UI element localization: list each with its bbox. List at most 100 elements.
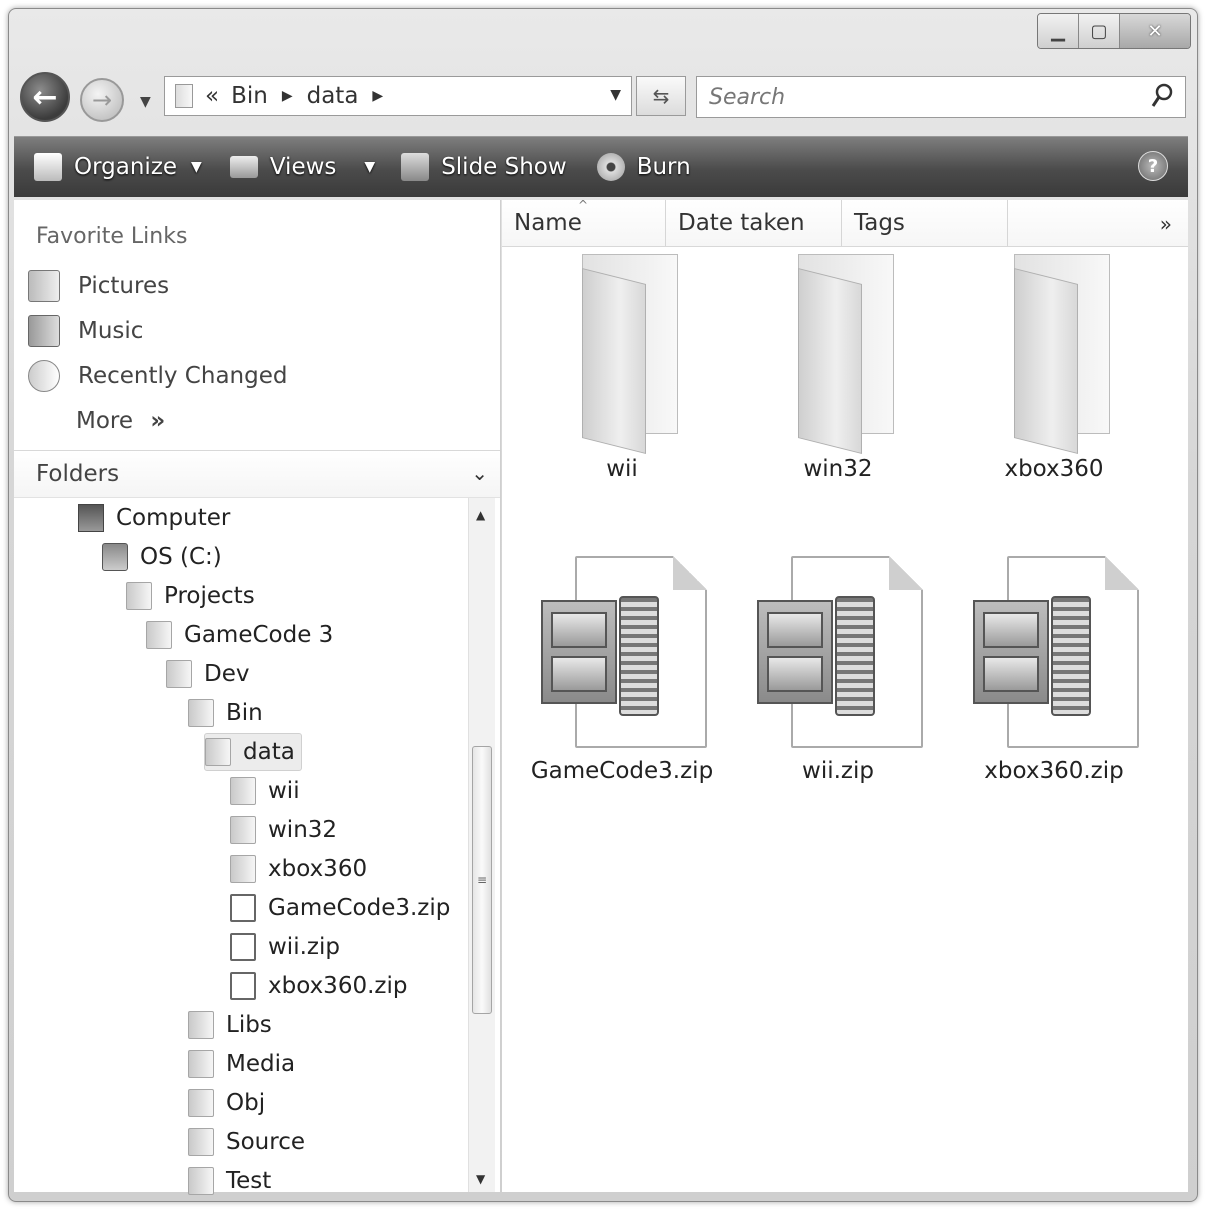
tree-item-bin[interactable]: Bin bbox=[188, 695, 263, 731]
scrollbar-thumb[interactable]: ≡ bbox=[472, 746, 492, 1014]
folder-tree: Computer OS (C:) Projects GameCode 3 Dev… bbox=[14, 498, 454, 1195]
tree-item-projects[interactable]: Projects bbox=[126, 578, 255, 614]
folder-icon bbox=[126, 582, 152, 610]
forward-arrow-icon: → bbox=[91, 86, 113, 114]
tree-item-dev[interactable]: Dev bbox=[166, 656, 249, 692]
forward-button[interactable]: → bbox=[80, 78, 124, 122]
favorite-link-pictures[interactable]: Pictures bbox=[28, 270, 169, 302]
tree-item-wii[interactable]: wii bbox=[230, 773, 300, 809]
history-dropdown-icon[interactable]: ▼ bbox=[140, 94, 151, 110]
folder-icon bbox=[984, 254, 1124, 454]
tree-item-wii-zip[interactable]: wii.zip bbox=[230, 929, 340, 965]
address-overflow[interactable]: « bbox=[205, 83, 219, 109]
zip-archive-icon bbox=[537, 556, 707, 752]
tree-item-label: GameCode 3 bbox=[184, 622, 334, 648]
tree-item-label: Dev bbox=[204, 661, 250, 687]
close-icon: ✕ bbox=[1147, 20, 1163, 42]
zip-archive-icon bbox=[969, 556, 1139, 752]
search-input[interactable] bbox=[707, 83, 1131, 111]
file-item-gamecode3-zip[interactable]: GameCode3.zip bbox=[516, 556, 728, 784]
minimize-icon: ▁ bbox=[1051, 20, 1065, 42]
tree-item-label: data bbox=[243, 739, 295, 765]
organize-button[interactable]: Organize ▼ bbox=[34, 153, 202, 181]
chevron-down-icon[interactable]: ⌄ bbox=[471, 461, 488, 485]
favorite-link-recently-changed[interactable]: Recently Changed bbox=[28, 360, 287, 392]
scroll-up-icon[interactable]: ▲ bbox=[476, 508, 485, 522]
tree-item-media[interactable]: Media bbox=[188, 1046, 295, 1082]
zip-icon bbox=[230, 933, 256, 961]
breadcrumb-separator-icon[interactable]: ▶ bbox=[372, 88, 383, 104]
folder-icon bbox=[230, 777, 256, 805]
favorite-label: Music bbox=[78, 318, 144, 344]
tree-item-source[interactable]: Source bbox=[188, 1124, 305, 1160]
folder-icon bbox=[146, 621, 172, 649]
slideshow-button[interactable]: Slide Show bbox=[401, 153, 567, 181]
more-columns-icon[interactable]: » bbox=[1160, 212, 1172, 236]
help-icon[interactable]: ? bbox=[1138, 151, 1168, 181]
column-tags[interactable]: Tags bbox=[842, 200, 1008, 246]
back-arrow-icon: ← bbox=[32, 79, 58, 115]
folder-icon bbox=[552, 254, 692, 454]
folder-icon bbox=[188, 1050, 214, 1078]
scroll-down-icon[interactable]: ▼ bbox=[476, 1172, 485, 1186]
folder-tree-scrollbar[interactable]: ▲ ≡ ▼ bbox=[468, 498, 495, 1192]
tree-item-win32[interactable]: win32 bbox=[230, 812, 337, 848]
tree-item-os-c[interactable]: OS (C:) bbox=[102, 539, 222, 575]
organize-label: Organize bbox=[74, 154, 178, 180]
breadcrumb-bin[interactable]: Bin bbox=[231, 83, 268, 109]
folder-icon bbox=[188, 699, 214, 727]
burn-button[interactable]: Burn bbox=[596, 153, 691, 181]
tree-item-label: Source bbox=[226, 1129, 305, 1155]
folder-icon bbox=[230, 855, 256, 883]
address-bar[interactable]: « Bin ▶ data ▶ ▼ bbox=[164, 76, 632, 116]
tree-item-gamecode3[interactable]: GameCode 3 bbox=[146, 617, 333, 653]
maximize-button[interactable]: ▢ bbox=[1079, 14, 1120, 48]
tree-item-computer[interactable]: Computer bbox=[78, 500, 230, 536]
tree-item-gamecode3-zip[interactable]: GameCode3.zip bbox=[230, 890, 450, 926]
column-name[interactable]: ^ Name bbox=[502, 198, 666, 246]
more-links-button[interactable]: More » bbox=[76, 408, 165, 434]
address-folder-icon bbox=[175, 84, 193, 108]
breadcrumb-separator-icon[interactable]: ▶ bbox=[282, 88, 293, 104]
search-icon[interactable] bbox=[1151, 83, 1173, 109]
file-item-win32[interactable]: win32 bbox=[740, 254, 936, 482]
tree-item-xbox360[interactable]: xbox360 bbox=[230, 851, 367, 887]
navigation-pane: Favorite Links Pictures Music Recently C… bbox=[14, 200, 501, 1195]
close-button[interactable]: ✕ bbox=[1120, 14, 1190, 48]
search-box[interactable] bbox=[696, 76, 1186, 118]
address-dropdown-icon[interactable]: ▼ bbox=[610, 87, 621, 103]
file-item-xbox360[interactable]: xbox360 bbox=[956, 254, 1152, 482]
file-item-wii[interactable]: wii bbox=[524, 254, 720, 482]
tree-item-data[interactable]: data bbox=[204, 733, 302, 771]
minimize-button[interactable]: ▁ bbox=[1038, 14, 1079, 48]
file-label: xbox360 bbox=[1004, 456, 1104, 482]
drive-icon bbox=[102, 543, 128, 571]
tree-item-test[interactable]: Test bbox=[188, 1163, 271, 1199]
tree-item-xbox360-zip[interactable]: xbox360.zip bbox=[230, 968, 407, 1004]
computer-icon bbox=[78, 504, 104, 532]
column-date-taken[interactable]: Date taken bbox=[666, 200, 842, 246]
file-label: wii bbox=[606, 456, 638, 482]
tree-item-label: wii.zip bbox=[268, 934, 340, 960]
tree-item-label: Bin bbox=[226, 700, 263, 726]
views-button[interactable]: Views ▼ bbox=[229, 154, 376, 180]
zip-icon bbox=[230, 972, 256, 1000]
folder-icon bbox=[205, 738, 231, 766]
favorite-links-title: Favorite Links bbox=[36, 224, 188, 249]
more-label: More bbox=[76, 408, 134, 434]
back-button[interactable]: ← bbox=[20, 72, 70, 122]
chevron-down-icon: ▼ bbox=[364, 159, 376, 175]
file-item-wii-zip[interactable]: wii.zip bbox=[732, 556, 944, 784]
file-item-xbox360-zip[interactable]: xbox360.zip bbox=[948, 556, 1160, 784]
breadcrumb-data[interactable]: data bbox=[307, 83, 359, 109]
column-label: Tags bbox=[854, 210, 905, 236]
tree-item-libs[interactable]: Libs bbox=[188, 1007, 272, 1043]
folders-header[interactable]: Folders ⌄ bbox=[14, 450, 500, 498]
tree-item-obj[interactable]: Obj bbox=[188, 1085, 265, 1121]
refresh-icon: ⇆ bbox=[652, 84, 670, 108]
refresh-button[interactable]: ⇆ bbox=[636, 76, 686, 116]
double-chevron-icon: » bbox=[150, 408, 166, 434]
folders-label: Folders bbox=[36, 461, 120, 487]
favorite-link-music[interactable]: Music bbox=[28, 315, 143, 347]
tree-item-label: Libs bbox=[226, 1012, 272, 1038]
